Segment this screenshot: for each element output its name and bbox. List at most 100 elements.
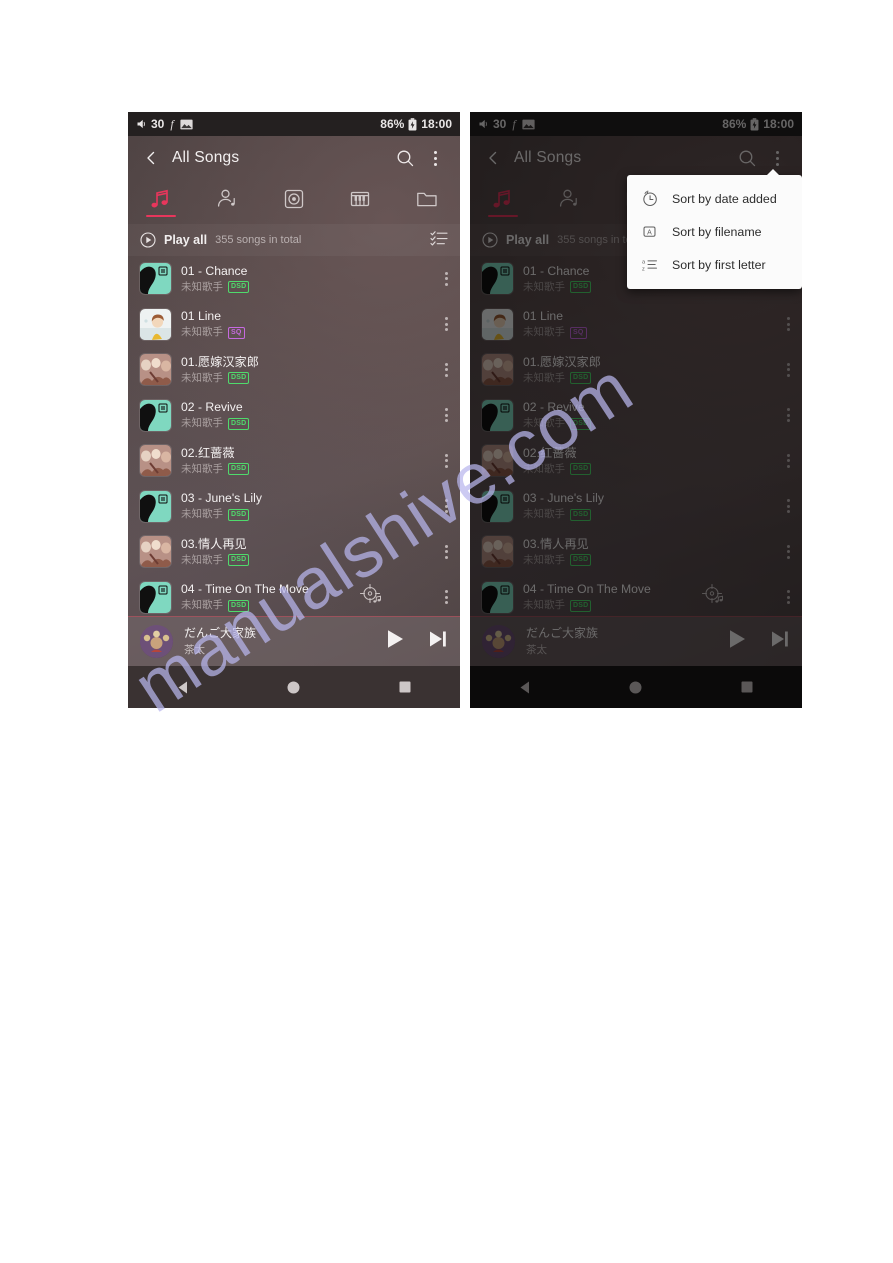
- album-art: [140, 263, 171, 295]
- mini-player[interactable]: だんご大家族 茶太: [128, 616, 460, 666]
- song-overflow-button[interactable]: [445, 271, 448, 286]
- back-button[interactable]: [138, 145, 164, 171]
- song-title: 02 - Revive: [181, 400, 243, 415]
- song-title: 03 - June's Lily: [181, 491, 262, 506]
- overflow-menu-icon: [445, 362, 448, 377]
- song-artist: 未知歌手: [181, 371, 223, 384]
- device-screen-songs-list: 30 f 86% 18:00 All Songs Play all 355 so…: [128, 112, 460, 708]
- volume-indicator: 30: [136, 117, 164, 131]
- now-playing-locate-icon[interactable]: [359, 583, 385, 612]
- search-icon: [397, 150, 413, 166]
- song-title: 04 - Time On The Move: [181, 582, 309, 597]
- song-list-item[interactable]: 02 - Revive 未知歌手 DSD: [128, 393, 460, 439]
- song-overflow-button[interactable]: [445, 362, 448, 377]
- song-title: 02.红蔷薇: [181, 445, 235, 460]
- play-icon: [388, 630, 403, 648]
- song-list-item[interactable]: 04 - Time On The Move 未知歌手 DSD: [128, 575, 460, 621]
- song-list: 01 - Chance 未知歌手 DSD 01 Line 未知歌手 SQ 01.愿嫁汉家郎未…: [128, 256, 460, 620]
- song-overflow-button[interactable]: [445, 408, 448, 423]
- song-artist: 未知歌手: [181, 326, 223, 339]
- overflow-menu-icon: [445, 499, 448, 514]
- album-art: [140, 399, 171, 431]
- page-title: All Songs: [172, 149, 240, 166]
- nav-recents-button[interactable]: [388, 670, 422, 704]
- sort-by-first-letter-item[interactable]: a z Sort by first letter: [627, 248, 802, 281]
- sort-by-filename-item[interactable]: A Sort by filename: [627, 215, 802, 248]
- song-overflow-button[interactable]: [444, 590, 448, 605]
- song-overflow-button[interactable]: [445, 453, 448, 468]
- song-meta: 02.红蔷薇未知歌手 DSD: [181, 445, 250, 476]
- speaker-icon: [137, 119, 145, 129]
- sort-by-date-added-item[interactable]: Sort by date added: [627, 182, 802, 215]
- album-art-thumbnail: [140, 490, 171, 522]
- album-art-circle: [140, 625, 173, 658]
- nav-recents-square-icon: [399, 681, 411, 693]
- file-letter-a-icon: A: [639, 222, 659, 242]
- tab-genres[interactable]: [327, 180, 393, 224]
- quality-badge: SQ: [228, 326, 245, 339]
- album-art-thumbnail: [140, 445, 171, 477]
- song-title: 01.愿嫁汉家郎: [181, 354, 259, 369]
- tab-folders[interactable]: [394, 180, 460, 224]
- album-art: [140, 354, 171, 386]
- now-playing-artist: 茶太: [184, 644, 205, 656]
- song-list-item[interactable]: 03.情人再见未知歌手 DSD: [128, 529, 460, 575]
- album-art-thumbnail: [140, 354, 171, 386]
- play-all-row[interactable]: Play all 355 songs in total: [128, 224, 460, 256]
- tab-underline: [412, 215, 442, 217]
- song-list-item[interactable]: 01 Line 未知歌手 SQ: [128, 302, 460, 348]
- song-overflow-button[interactable]: [445, 499, 448, 514]
- skip-next-icon: [430, 631, 446, 647]
- overflow-menu-icon: [445, 271, 448, 286]
- tab-bar: [128, 180, 460, 224]
- song-list-item[interactable]: 03 - June's Lily 未知歌手 DSD: [128, 484, 460, 530]
- search-button[interactable]: [390, 143, 420, 173]
- song-list-item[interactable]: 01 - Chance 未知歌手 DSD: [128, 256, 460, 302]
- overflow-menu-icon: [444, 590, 448, 605]
- song-meta: 01 - Chance 未知歌手 DSD: [181, 263, 250, 294]
- checklist-icon: [430, 230, 448, 246]
- overflow-menu-button[interactable]: [420, 143, 450, 173]
- tab-underline: [213, 215, 243, 217]
- tab-artists[interactable]: [194, 180, 260, 224]
- checklist-button[interactable]: [430, 230, 448, 251]
- system-nav-bar: [128, 666, 460, 708]
- volume-value: 30: [151, 117, 165, 131]
- picture-icon: [180, 119, 193, 129]
- album-art: [140, 581, 171, 613]
- song-artist: 未知歌手: [181, 417, 223, 430]
- song-artist: 未知歌手: [181, 462, 223, 475]
- tab-albums[interactable]: [261, 180, 327, 224]
- song-overflow-button[interactable]: [445, 544, 448, 559]
- next-button[interactable]: [428, 629, 448, 654]
- nav-home-button[interactable]: [277, 670, 311, 704]
- battery-icon: [408, 117, 417, 130]
- song-meta: 01.愿嫁汉家郎未知歌手 DSD: [181, 355, 259, 385]
- song-meta: 03 - June's Lily 未知歌手 DSD: [181, 491, 262, 521]
- tab-songs[interactable]: [128, 180, 194, 224]
- sort-menu-item-label: Sort by date added: [672, 191, 777, 206]
- nav-back-button[interactable]: [166, 670, 200, 704]
- album-art: [140, 490, 171, 522]
- svg-text:A: A: [647, 230, 652, 237]
- quality-badge: DSD: [228, 417, 250, 430]
- music-note-icon: [151, 189, 169, 208]
- sort-menu-item-label: Sort by filename: [672, 224, 762, 239]
- song-count: 355 songs in total: [215, 234, 302, 246]
- svg-text:z: z: [641, 267, 644, 273]
- quality-badge: DSD: [228, 508, 250, 521]
- clock-history-icon: [639, 189, 659, 209]
- nav-back-triangle-icon: [178, 681, 187, 693]
- folder-icon: [416, 192, 437, 207]
- song-list-item[interactable]: 01.愿嫁汉家郎未知歌手 DSD: [128, 347, 460, 393]
- song-title: 01 - Chance: [181, 263, 248, 278]
- song-meta: 04 - Time On The Move 未知歌手 DSD: [181, 582, 309, 612]
- overflow-menu-icon: [445, 453, 448, 468]
- artist-icon: [217, 189, 235, 207]
- play-button[interactable]: [384, 628, 406, 655]
- f-glyph-icon: f: [170, 116, 174, 131]
- overflow-menu-icon: [433, 150, 437, 166]
- song-list-item[interactable]: 02.红蔷薇未知歌手 DSD: [128, 438, 460, 484]
- song-overflow-button[interactable]: [445, 317, 448, 332]
- song-meta: 02 - Revive 未知歌手 DSD: [181, 400, 250, 430]
